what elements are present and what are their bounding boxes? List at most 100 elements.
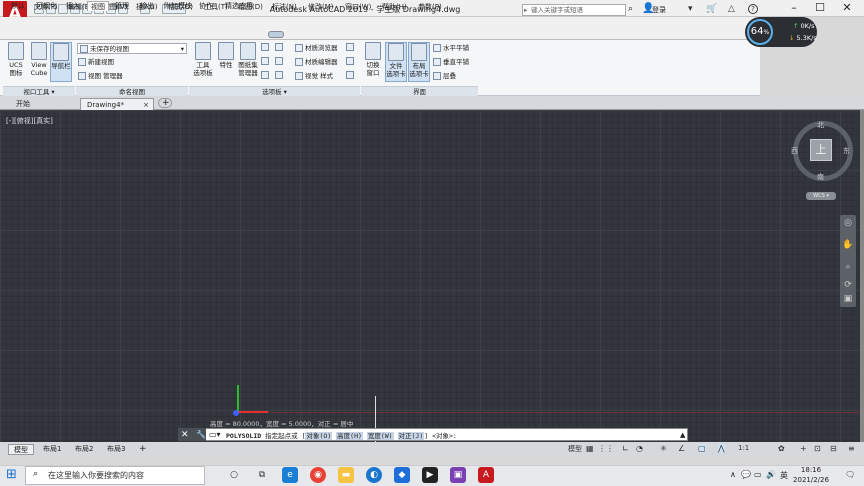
workspace-gear-icon[interactable]: ✿ xyxy=(778,444,785,453)
feishu-icon[interactable]: ◆ xyxy=(394,467,410,483)
properties-button[interactable]: 特性 xyxy=(216,42,236,82)
clean-screen-icon[interactable]: ⊟ xyxy=(830,444,837,453)
annotation-scale[interactable]: 1:1 xyxy=(738,444,749,452)
command-history-icon[interactable]: ▭▾ xyxy=(209,430,221,439)
panel-viewport-tools[interactable]: 视口工具 ▾ xyxy=(3,86,75,96)
compass-south[interactable]: 南 xyxy=(817,172,824,182)
ribbon-toggle-button[interactable] xyxy=(268,31,284,38)
tab-collaborate[interactable]: 协作 xyxy=(196,1,216,11)
add-layout-button[interactable]: + xyxy=(134,444,152,455)
cortana-icon[interactable]: ○ xyxy=(226,467,242,483)
vertical-scrollbar[interactable] xyxy=(860,110,864,442)
selection-cycling-icon[interactable]: ▢ xyxy=(698,444,706,453)
tile-horizontal-button[interactable]: 水平平铺 xyxy=(433,43,469,54)
browser-icon[interactable]: ◐ xyxy=(366,467,382,483)
tab-layout1[interactable]: 布局1 xyxy=(38,444,66,455)
new-view-button[interactable]: 新建视图 xyxy=(78,57,114,68)
viewcube-top-face[interactable]: 上 xyxy=(810,139,832,161)
new-tab-button[interactable]: + xyxy=(158,98,172,108)
windows-start-icon[interactable]: ⊞ xyxy=(6,467,17,482)
option-justify[interactable]: 对正(J) xyxy=(397,432,425,440)
tab-model[interactable]: 模型 xyxy=(8,444,34,455)
app-icon[interactable]: ▣ xyxy=(450,467,466,483)
panel-palettes[interactable]: 选项板 ▾ xyxy=(189,86,360,96)
annotation-icon[interactable]: ⋀ xyxy=(718,444,725,453)
zoom-icon[interactable]: ⌕ xyxy=(842,262,854,274)
terminal-icon[interactable]: ▶ xyxy=(422,467,438,483)
viewport-controls-label[interactable]: [-][俯视][真实] xyxy=(6,116,53,126)
tool-palettes-button[interactable]: 工具 选项板 xyxy=(191,42,215,82)
markup-icon[interactable] xyxy=(261,71,269,79)
notification-icon[interactable]: 🗨 xyxy=(845,470,855,479)
ime-indicator[interactable]: 英 xyxy=(780,470,788,481)
sheet-set-manager-button[interactable]: 图纸集 管理器 xyxy=(237,42,259,82)
model-space-button[interactable]: 模型 xyxy=(568,444,582,454)
option-height[interactable]: 高度(H) xyxy=(336,432,363,440)
view-manager-button[interactable]: 视图 管理器 xyxy=(78,71,123,82)
edge-icon[interactable]: e xyxy=(282,467,298,483)
option-width[interactable]: 宽度(W) xyxy=(366,432,394,440)
volume-icon[interactable]: 🔊 xyxy=(766,470,776,479)
network-icon[interactable]: ▭ xyxy=(754,470,762,479)
compass-west[interactable]: 西 xyxy=(791,146,798,156)
visual-styles-button[interactable]: 视觉 样式 xyxy=(295,71,333,82)
viewcube-button[interactable]: View Cube xyxy=(28,42,50,82)
menu-window[interactable]: 窗口(W) xyxy=(345,2,371,12)
tab-layout3[interactable]: 布局3 xyxy=(102,444,130,455)
sun-icon[interactable] xyxy=(346,71,354,79)
render-icon[interactable] xyxy=(346,57,354,65)
compass-north[interactable]: 北 xyxy=(817,120,824,130)
tray-chevron-icon[interactable]: ∧ xyxy=(730,470,736,479)
chrome-icon[interactable]: ◉ xyxy=(310,467,326,483)
store-icon[interactable]: 🛒 xyxy=(706,4,717,14)
snap-icon[interactable]: ⋮⋮ xyxy=(598,444,614,453)
menu-parametric[interactable]: 参数(P) xyxy=(418,2,442,12)
tab-view[interactable]: 视图 xyxy=(87,1,109,11)
orbit-icon[interactable]: ⟳ xyxy=(842,280,854,292)
maximize-icon[interactable]: ☐ xyxy=(807,1,833,16)
close-command-icon[interactable]: ✕ xyxy=(181,430,189,440)
tab-manage[interactable]: 管理 xyxy=(112,1,132,11)
polar-icon[interactable]: ◔ xyxy=(636,444,643,453)
named-view-dropdown[interactable]: 未保存的视图 ▾ xyxy=(77,43,187,54)
lights-icon[interactable] xyxy=(346,43,354,51)
otrack-icon[interactable]: ∠ xyxy=(678,444,685,453)
panel-interface[interactable]: 界面 xyxy=(361,86,478,96)
search-input[interactable]: 键入关键字或短语 xyxy=(522,4,626,16)
menu-dimension[interactable]: 标注(N) xyxy=(272,2,297,12)
wcs-menu[interactable]: WCS ▾ xyxy=(806,192,836,200)
units-icon[interactable]: ⊡ xyxy=(814,444,821,453)
tab-start[interactable]: 开始 xyxy=(10,98,36,110)
performance-widget[interactable]: 64% ↑ 0K/s ↓ 5.3K/s xyxy=(745,17,817,47)
autodesk-a360-icon[interactable]: △ xyxy=(728,4,735,14)
cascade-button[interactable]: 层叠 xyxy=(433,71,456,82)
menu-modify[interactable]: 修改(M) xyxy=(308,2,334,12)
dropdown-icon[interactable]: ▾ xyxy=(688,4,693,14)
material-editor-button[interactable]: 材质编辑器 xyxy=(295,57,338,68)
tab-insert[interactable]: 插入 xyxy=(63,1,83,11)
designcenter-icon[interactable] xyxy=(261,43,269,51)
xref-icon[interactable] xyxy=(261,57,269,65)
ucs-icon-button[interactable]: UCS 图标 xyxy=(5,42,27,82)
layers-icon[interactable] xyxy=(275,43,283,51)
autocad-taskbar-icon[interactable]: A xyxy=(478,467,494,483)
showmotion-icon[interactable]: ▣ xyxy=(842,294,854,306)
menu-help[interactable]: 帮助(H) xyxy=(382,2,407,12)
drawing-canvas[interactable] xyxy=(0,110,860,442)
minimize-icon[interactable]: – xyxy=(781,1,807,16)
navbar-button[interactable]: 导航栏 xyxy=(50,42,72,82)
tab-default[interactable]: 默认 xyxy=(8,1,28,11)
layout-tabs-button[interactable]: 布局 选项卡 xyxy=(408,42,430,82)
calculator-icon[interactable] xyxy=(275,57,283,65)
compass-east[interactable]: 东 xyxy=(843,146,850,156)
search-icon[interactable]: ⌕ xyxy=(628,4,633,14)
tab-addins[interactable]: 附加模块 xyxy=(161,1,195,11)
tab-drawing4[interactable]: Drawing4* × xyxy=(80,98,154,110)
tab-visualize[interactable]: 可视化 xyxy=(33,1,60,11)
switch-window-button[interactable]: 切换 窗口 xyxy=(362,42,384,82)
option-object[interactable]: 对象(O) xyxy=(305,432,333,440)
quickcalc-icon[interactable] xyxy=(275,71,283,79)
file-explorer-icon[interactable]: ▬ xyxy=(338,467,354,483)
tile-vertical-button[interactable]: 垂直平铺 xyxy=(433,57,469,68)
task-view-icon[interactable]: ⧉ xyxy=(254,467,270,483)
